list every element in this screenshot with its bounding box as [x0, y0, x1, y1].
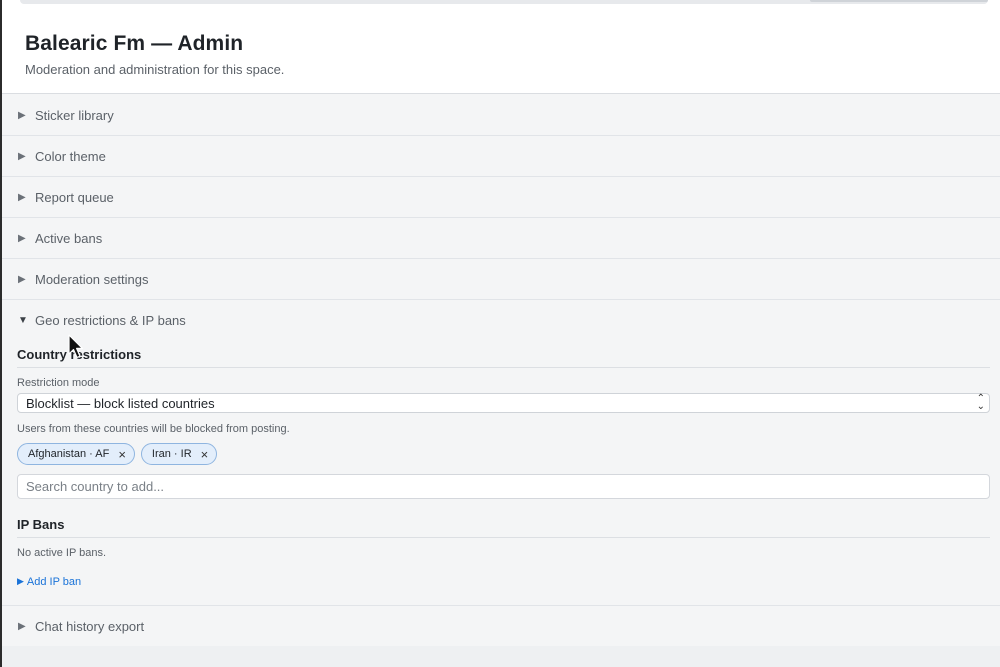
geo-restrictions-panel: Country restrictions Restriction mode Bl…	[2, 341, 1000, 606]
section-label: Active bans	[35, 230, 103, 246]
page-header: Balearic Fm — Admin Moderation and admin…	[2, 8, 1000, 94]
section-color-theme[interactable]: ▶ Color theme	[2, 136, 1000, 177]
section-geo-restrictions-toggle[interactable]: ▼ Geo restrictions & IP bans	[2, 300, 1000, 341]
triangle-right-icon: ▶	[18, 273, 26, 285]
section-sticker-library[interactable]: ▶ Sticker library	[2, 95, 1000, 136]
restriction-hint: Users from these countries will be block…	[17, 423, 290, 435]
triangle-right-icon: ▶	[17, 576, 24, 586]
add-ip-ban-toggle[interactable]: ▶ Add IP ban	[17, 576, 81, 588]
country-chip: Afghanistan · AF ×	[17, 443, 135, 465]
updown-chevron-icon: ⌃ ⌄	[976, 393, 985, 412]
add-ip-ban-label: Add IP ban	[26, 575, 82, 588]
section-label: Color theme	[35, 148, 106, 164]
section-label: Geo restrictions & IP bans	[35, 313, 186, 328]
page-subtitle: Moderation and administration for this s…	[25, 62, 285, 77]
restriction-mode-select[interactable]: Blocklist — block listed countries ⌃ ⌄	[17, 393, 990, 413]
section-report-queue[interactable]: ▶ Report queue	[2, 177, 1000, 218]
section-label: Moderation settings	[35, 271, 149, 287]
top-strip	[2, 0, 1000, 8]
triangle-right-icon: ▶	[18, 109, 26, 121]
country-restrictions-heading: Country restrictions	[17, 341, 990, 368]
triangle-down-icon: ▼	[18, 315, 28, 326]
chip-label: Afghanistan · AF	[28, 448, 110, 460]
section-label: Report queue	[35, 189, 114, 205]
triangle-right-icon: ▶	[18, 621, 26, 632]
section-chat-history-export[interactable]: ▶ Chat history export	[2, 606, 1000, 647]
section-geo-restrictions: ▼ Geo restrictions & IP bans Country res…	[2, 300, 1000, 606]
chip-label: Iran · IR	[151, 448, 192, 460]
admin-sections: ▶ Sticker library ▶ Color theme ▶ Report…	[2, 95, 1000, 647]
restriction-mode-label: Restriction mode	[17, 377, 100, 389]
page-bottom	[2, 646, 1000, 667]
triangle-right-icon: ▶	[18, 191, 26, 203]
section-moderation-settings[interactable]: ▶ Moderation settings	[2, 259, 1000, 300]
country-search-input[interactable]	[17, 474, 990, 499]
triangle-right-icon: ▶	[18, 232, 26, 244]
triangle-right-icon: ▶	[18, 150, 26, 162]
ip-bans-heading: IP Bans	[17, 514, 990, 538]
close-icon[interactable]: ×	[201, 447, 209, 462]
country-chip: Iran · IR ×	[140, 443, 218, 465]
restriction-mode-value: Blocklist — block listed countries	[26, 395, 215, 411]
ip-bans-empty: No active IP bans.	[17, 547, 107, 559]
top-card-edge-right	[810, 0, 988, 2]
section-label: Sticker library	[35, 107, 114, 123]
close-icon[interactable]: ×	[118, 447, 126, 462]
section-label: Chat history export	[35, 619, 145, 634]
country-chip-list: Afghanistan · AF × Iran · IR ×	[17, 443, 990, 465]
page-title: Balearic Fm — Admin	[25, 32, 244, 55]
section-active-bans[interactable]: ▶ Active bans	[2, 218, 1000, 259]
